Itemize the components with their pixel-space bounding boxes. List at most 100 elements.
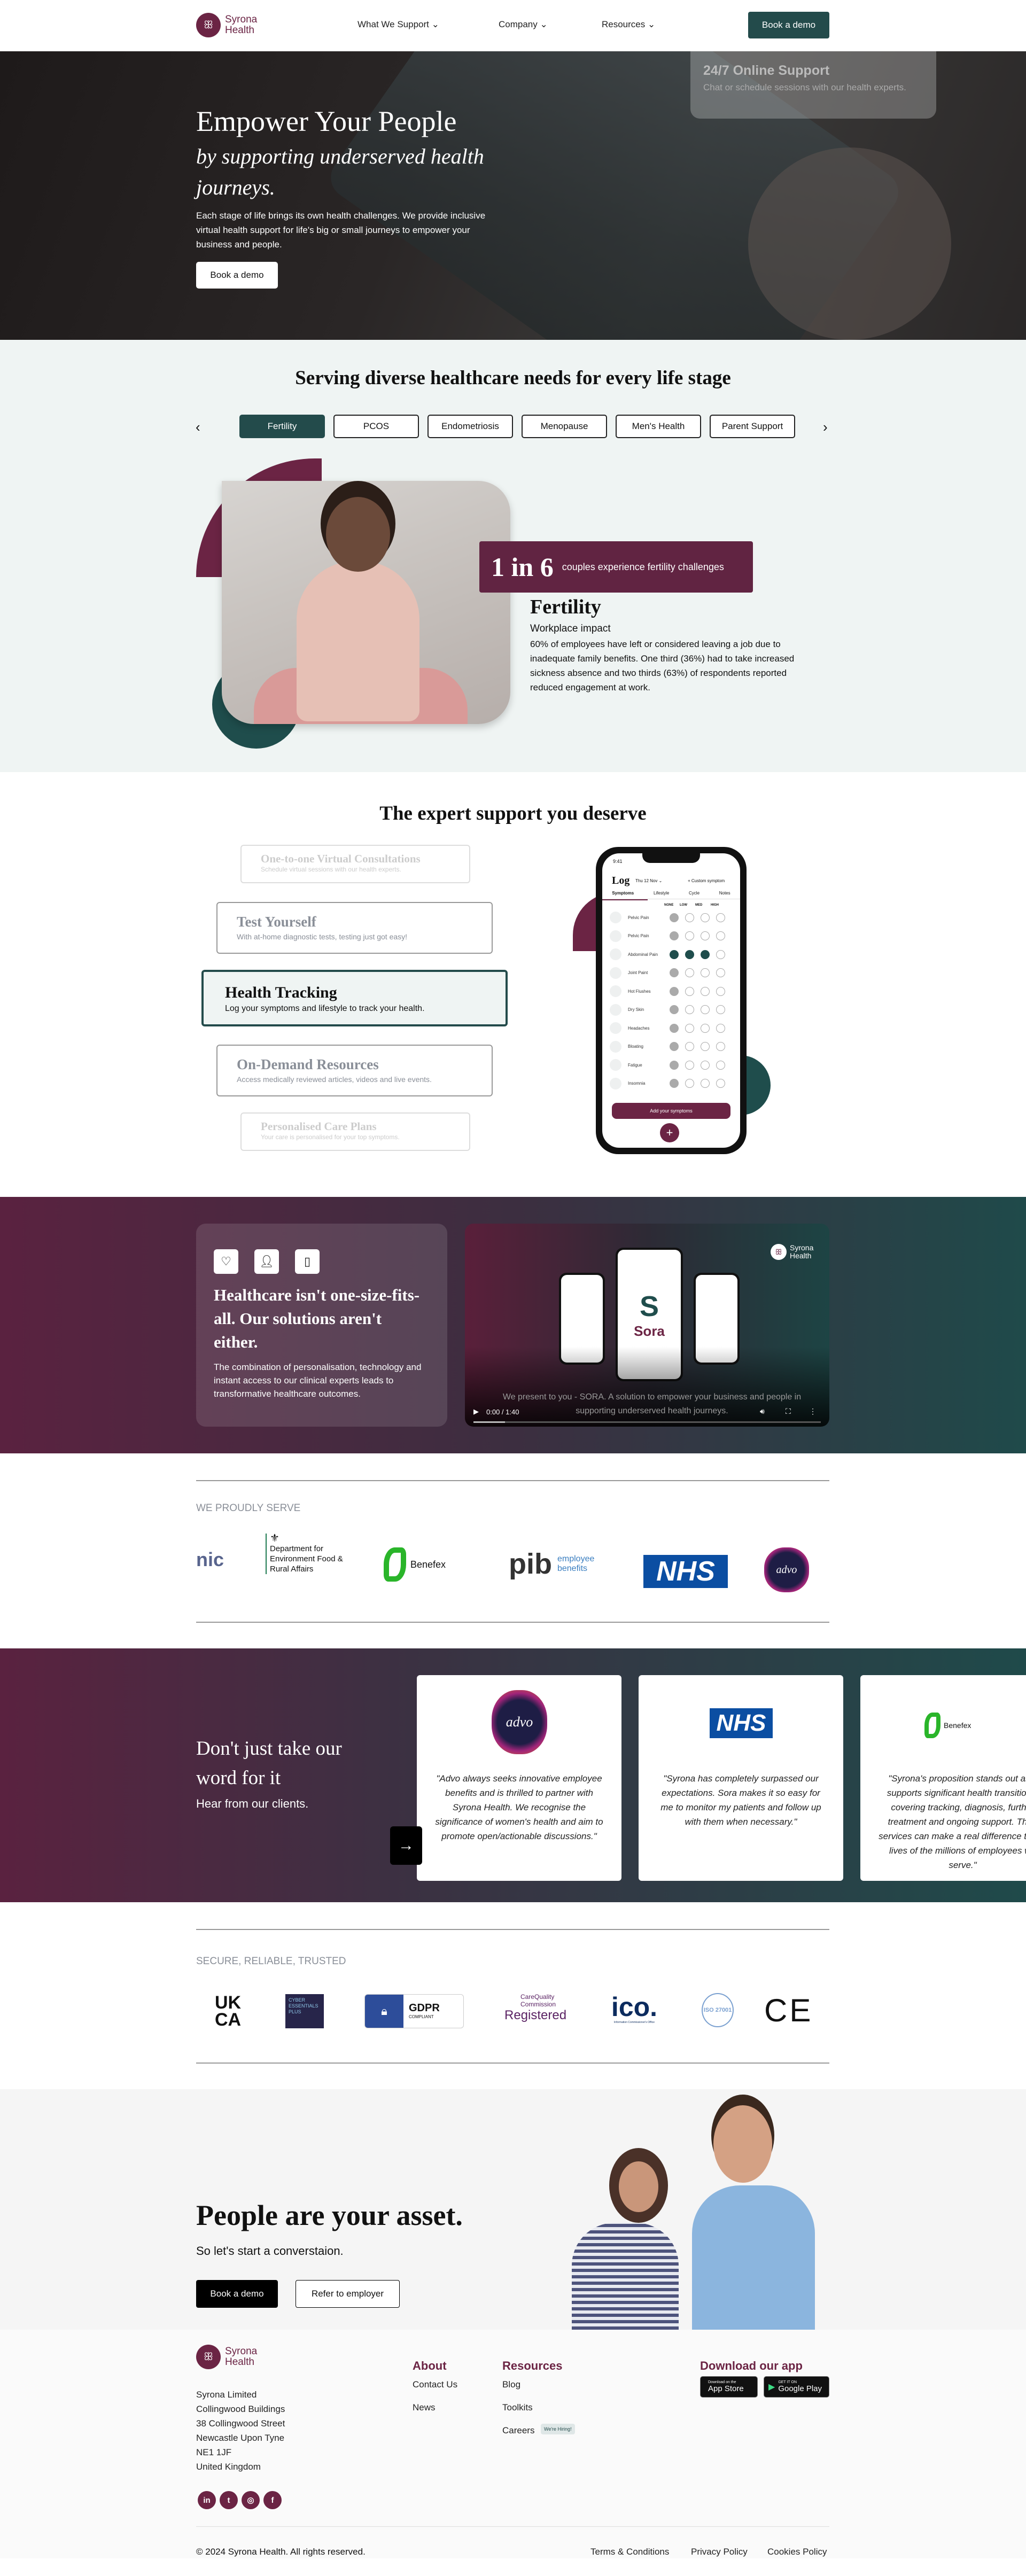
volume-icon[interactable]: 🔊︎: [760, 1407, 765, 1416]
benefex-icon: [924, 1713, 941, 1738]
hero-title: Empower Your People: [196, 105, 457, 137]
divider: [196, 2526, 829, 2527]
feature-card-resources[interactable]: On-Demand Resources Access medically revi…: [216, 1045, 493, 1096]
feature-card-care-plans[interactable]: Personalised Care Plans Your care is pers…: [240, 1112, 470, 1151]
symptom-name: Insomnia: [628, 1081, 646, 1086]
footer-link-blog[interactable]: Blog: [502, 2379, 520, 2390]
severity-radio: [716, 986, 725, 996]
phone-tabs: Symptoms Lifestyle Cycle Notes: [602, 891, 740, 899]
testimonial-card: NHS "Syrona has completely surpassed our…: [639, 1675, 843, 1881]
privacy-link[interactable]: Privacy Policy: [691, 2547, 748, 2557]
logo-cyber-essentials: CYBER ESSENTIALS PLUS: [285, 1994, 324, 2028]
chevron-down-icon: ⌄: [648, 19, 656, 29]
symptom-row: Abdominal Pain: [610, 948, 733, 961]
symptom-name: Joint Paint: [628, 970, 648, 975]
cookies-link[interactable]: Cookies Policy: [767, 2547, 827, 2557]
brand-line1: Syrona: [790, 1243, 814, 1252]
severity-radio: [701, 986, 710, 996]
testimonial-quote: "Advo always seeks innovative employee b…: [435, 1773, 603, 1841]
app-store-badge[interactable]: Download on the App Store: [700, 2376, 758, 2398]
severity-radio: [670, 986, 679, 996]
footer-link-contact[interactable]: Contact Us: [413, 2379, 457, 2390]
play-icon[interactable]: ▶: [473, 1407, 479, 1416]
chevron-down-icon: ⌄: [540, 19, 548, 29]
cta-book-demo-button[interactable]: Book a demo: [196, 2280, 278, 2308]
nav-what-we-support[interactable]: What We Support ⌄: [357, 19, 439, 30]
feature-card-test-yourself[interactable]: Test Yourself With at-home diagnostic tes…: [216, 902, 493, 954]
tab-mens-health[interactable]: Men's Health: [616, 415, 701, 438]
app-name: Sora: [634, 1322, 665, 1339]
severity-radio: [701, 1042, 710, 1051]
next-arrow-button[interactable]: →: [390, 1826, 422, 1865]
logo-iso: ISO 27001: [702, 1993, 734, 2027]
more-options-icon[interactable]: ⋮: [809, 1407, 817, 1416]
symptom-icon: [610, 985, 621, 997]
chevron-right-icon[interactable]: ›: [823, 419, 828, 435]
phone-tab: Lifestyle: [653, 891, 670, 896]
feature-title: Test Yourself: [237, 914, 316, 930]
severity-radio: [716, 1060, 725, 1070]
stat-box: 1 in 6 couples experience fertility chall…: [479, 541, 753, 593]
feature-title: On-Demand Resources: [237, 1056, 379, 1072]
cta-section: People are your asset. So let's start a …: [0, 2089, 1026, 2330]
footer-link-toolkits[interactable]: Toolkits: [502, 2402, 533, 2413]
severity-radio: [716, 1005, 725, 1014]
logo-text: ico.: [611, 1992, 658, 2022]
footer-logo[interactable]: ꕥ Syrona Health: [196, 2345, 257, 2369]
tab-endometriosis[interactable]: Endometriosis: [428, 415, 513, 438]
hero-book-demo-button[interactable]: Book a demo: [196, 262, 278, 289]
severity-radio: [716, 1023, 725, 1033]
testimonial-card: Benefex "Syrona's proposition stands out…: [860, 1675, 1026, 1881]
severity-radio: [701, 1023, 710, 1033]
fullscreen-icon[interactable]: ⛶: [786, 1407, 791, 1416]
severity-radio: [716, 1042, 725, 1051]
symptom-icon: [610, 1040, 621, 1053]
nav-company[interactable]: Company ⌄: [499, 19, 548, 30]
linkedin-icon[interactable]: in: [198, 2491, 216, 2509]
date-text: Thu 12 Nov: [635, 878, 658, 883]
twitter-icon[interactable]: t: [220, 2491, 238, 2509]
severity-radio: [685, 913, 694, 922]
life-stage-section: Serving diverse healthcare needs for eve…: [0, 340, 1026, 772]
google-play-badge[interactable]: ▶ GET IT ON Google Play: [764, 2376, 829, 2398]
logo-nhs: NHS: [643, 1555, 728, 1588]
lock-icon: 🔒︎: [365, 1995, 403, 2028]
feature-card-consultations[interactable]: One-to-one Virtual Consultations Schedule…: [240, 845, 470, 883]
chevron-left-icon[interactable]: ‹: [196, 419, 200, 435]
brand-line1: Syrona: [225, 14, 258, 25]
tab-parent-support[interactable]: Parent Support: [710, 415, 795, 438]
clients-section: WE PROUDLY SERVE nic ⚜ Department for Env…: [0, 1453, 1026, 1648]
brand-line2: Health: [225, 25, 254, 36]
play-icon: ▶: [768, 2383, 775, 2392]
symptom-row: Joint Paint: [610, 967, 733, 979]
feature-card-health-tracking[interactable]: Health Tracking Log your symptoms and lif…: [201, 970, 508, 1026]
terms-link[interactable]: Terms & Conditions: [590, 2547, 669, 2557]
nav-resources[interactable]: Resources ⌄: [602, 19, 655, 30]
instagram-icon[interactable]: ◎: [242, 2491, 260, 2509]
brand-logo[interactable]: ꕥ Syrona Health: [196, 13, 257, 37]
video-progress-track[interactable]: [473, 1421, 821, 1423]
level-label: LOW: [680, 904, 687, 907]
phone-tab: Symptoms: [612, 891, 634, 896]
nav-label: Company: [499, 19, 538, 29]
severity-radio: [716, 913, 725, 922]
symptom-icon: [610, 1059, 621, 1071]
footer-link-careers[interactable]: Careers: [502, 2425, 534, 2436]
tab-pcos[interactable]: PCOS: [333, 415, 419, 438]
logo-text: COMPLIANT: [409, 2014, 434, 2019]
logo-text: Department for Environment Food & Rural …: [270, 1544, 343, 1574]
hero-subtitle: by supporting underserved health journey…: [196, 144, 484, 199]
refer-employer-button[interactable]: Refer to employer: [296, 2280, 400, 2308]
symptom-icon: [610, 967, 621, 979]
video-player[interactable]: S Sora ꕥ Syrona Health We present to you -…: [465, 1224, 829, 1427]
symptom-row: Insomnia: [610, 1077, 733, 1090]
address-line: NE1 1JF: [196, 2447, 232, 2457]
tab-menopause[interactable]: Menopause: [522, 415, 607, 438]
level-label: NONE: [664, 904, 674, 907]
tab-fertility[interactable]: Fertility: [239, 415, 325, 438]
testimonial-quote: "Syrona has completely surpassed our exp…: [660, 1773, 821, 1827]
footer-link-news[interactable]: News: [413, 2402, 436, 2413]
phone-time: 9:41: [613, 859, 623, 864]
book-demo-button[interactable]: Book a demo: [748, 12, 829, 38]
facebook-icon[interactable]: f: [263, 2491, 282, 2509]
